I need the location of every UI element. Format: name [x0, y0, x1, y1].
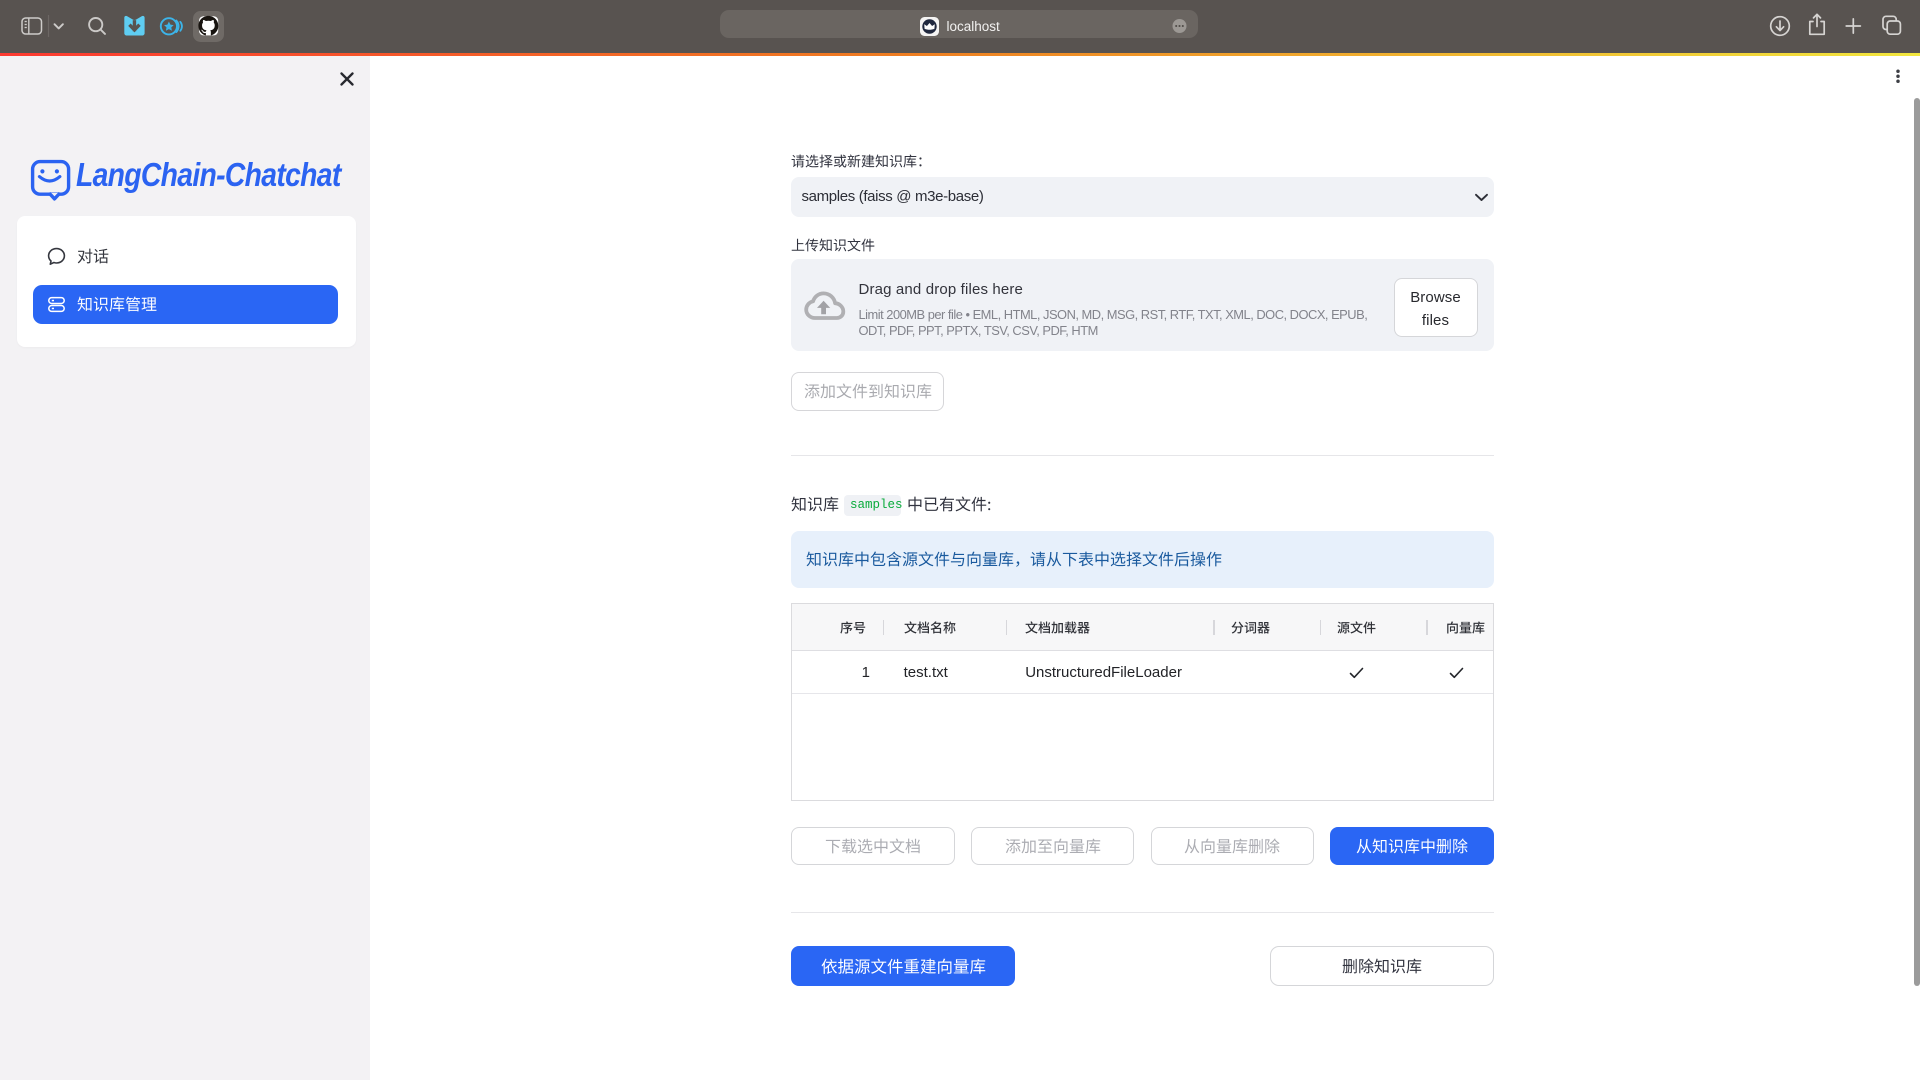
svg-text:localhost: localhost	[947, 19, 1001, 34]
